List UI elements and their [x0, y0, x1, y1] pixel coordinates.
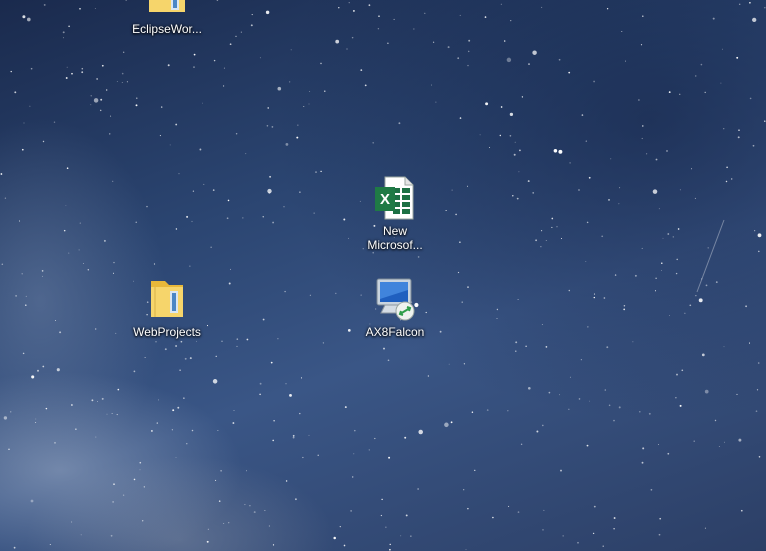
desktop-icon-label: AX8Falcon: [365, 325, 425, 339]
remote-desktop-icon: [376, 278, 415, 321]
desktop-icon-label: EclipseWor...: [132, 22, 202, 36]
folder-icon: [151, 281, 183, 317]
desktop-icon-webprojects[interactable]: WebProjects: [129, 275, 205, 339]
desktop-icon-ax8falcon[interactable]: AX8Falcon: [357, 275, 433, 339]
svg-text:X: X: [380, 191, 390, 208]
desktop-icon-new-excel[interactable]: X New Microsof...: [357, 174, 433, 252]
folder-icon: [149, 0, 185, 12]
excel-file-icon: X: [375, 176, 414, 220]
desktop-icon-label: WebProjects: [133, 325, 201, 339]
desktop-icon-eclipse-workspace[interactable]: EclipseWor...: [129, 0, 205, 36]
desktop-icon-label: New Microsof...: [367, 224, 423, 252]
